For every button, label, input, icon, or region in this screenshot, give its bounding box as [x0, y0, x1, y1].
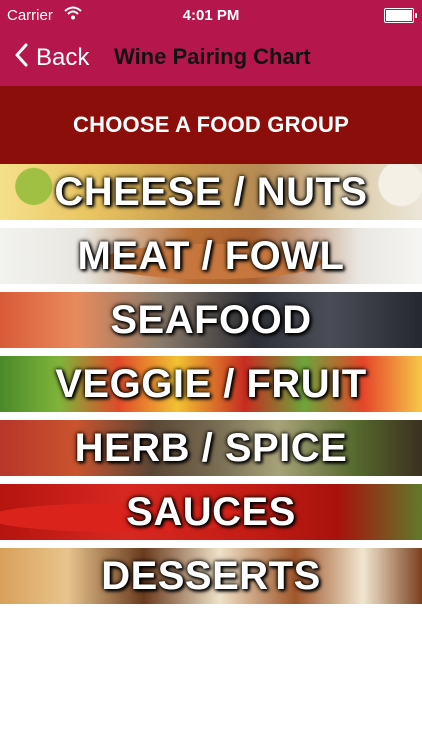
- page-title: Wine Pairing Chart: [114, 44, 311, 69]
- status-bar: Carrier 4:01 PM: [0, 0, 422, 30]
- section-header-label: CHOOSE A FOOD GROUP: [73, 112, 349, 137]
- food-group-label: DESSERTS: [101, 553, 321, 598]
- food-group-label: HERB / SPICE: [74, 425, 348, 470]
- food-group-label: MEAT / FOWL: [77, 233, 345, 278]
- food-group-meat-fowl[interactable]: MEAT / FOWL: [0, 228, 422, 284]
- back-button-label: Back: [36, 44, 90, 71]
- clock-label: 4:01 PM: [182, 7, 240, 24]
- food-group-label: SEAFOOD: [110, 297, 312, 342]
- food-group-label: SAUCES: [126, 489, 296, 534]
- section-header: CHOOSE A FOOD GROUP: [0, 86, 422, 164]
- chevron-left-icon: [14, 43, 28, 74]
- navigation-bar: Back Wine Pairing Chart: [0, 30, 422, 86]
- battery-icon: [384, 8, 417, 23]
- back-button[interactable]: Back: [14, 38, 89, 78]
- food-group-list: CHEESE / NUTS MEAT / FOWL SEAFOOD VEGGIE…: [0, 164, 422, 612]
- food-group-seafood[interactable]: SEAFOOD: [0, 292, 422, 348]
- food-group-sauces[interactable]: SAUCES: [0, 484, 422, 540]
- food-group-cheese-nuts[interactable]: CHEESE / NUTS: [0, 164, 422, 220]
- food-group-label: CHEESE / NUTS: [54, 169, 368, 214]
- food-group-veggie-fruit[interactable]: VEGGIE / FRUIT: [0, 356, 422, 412]
- food-group-desserts[interactable]: DESSERTS: [0, 548, 422, 604]
- food-group-label: VEGGIE / FRUIT: [55, 361, 367, 406]
- food-group-herb-spice[interactable]: HERB / SPICE: [0, 420, 422, 476]
